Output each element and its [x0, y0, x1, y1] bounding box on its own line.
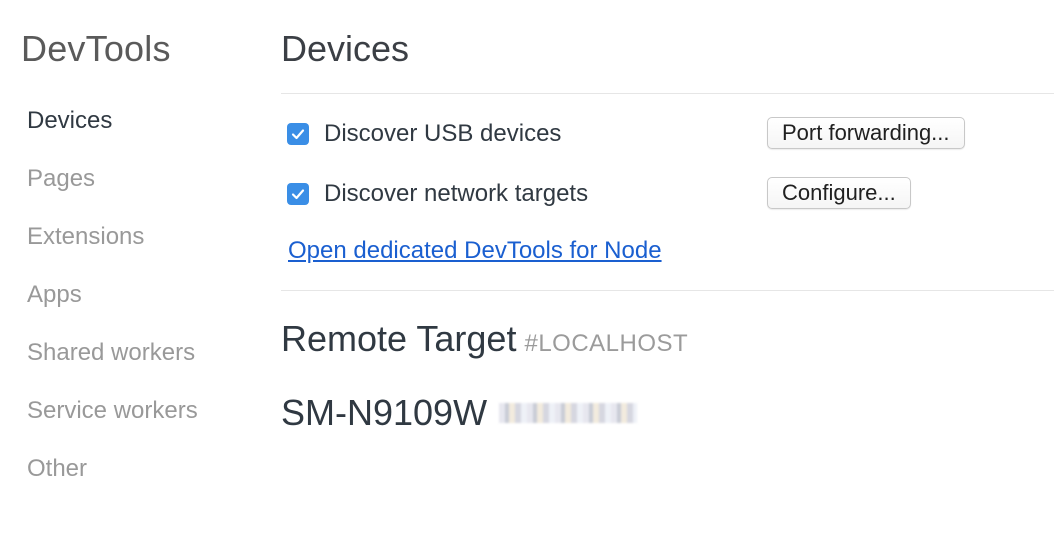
sidebar-item-pages[interactable]: Pages — [27, 160, 198, 218]
device-serial-redacted — [499, 403, 638, 424]
remote-target-heading: Remote Target #LOCALHOST — [281, 318, 688, 360]
header-divider — [281, 93, 1054, 94]
main-content: Devices Discover USB devices Port forwar… — [281, 0, 1054, 540]
checkmark-icon — [291, 129, 305, 140]
sidebar-item-shared-workers[interactable]: Shared workers — [27, 334, 198, 392]
page-title: Devices — [281, 28, 410, 69]
discover-usb-checkbox[interactable] — [287, 123, 309, 145]
remote-target-title: Remote Target — [281, 318, 517, 359]
section-divider — [281, 290, 1054, 291]
sidebar-item-other[interactable]: Other — [27, 450, 198, 508]
discover-network-option: Discover network targets — [287, 177, 588, 211]
open-node-devtools-link[interactable]: Open dedicated DevTools for Node — [288, 237, 662, 265]
port-forwarding-button[interactable]: Port forwarding... — [767, 117, 965, 149]
device-heading: SM-N9109W — [281, 392, 638, 434]
device-name: SM-N9109W — [281, 392, 488, 433]
app-title: DevTools — [21, 28, 171, 69]
discover-usb-label[interactable]: Discover USB devices — [324, 120, 561, 148]
sidebar: DevTools Devices Pages Extensions Apps S… — [0, 0, 260, 540]
checkmark-icon — [291, 189, 305, 200]
sidebar-item-extensions[interactable]: Extensions — [27, 218, 198, 276]
configure-button[interactable]: Configure... — [767, 177, 911, 209]
discover-network-label[interactable]: Discover network targets — [324, 180, 588, 208]
remote-target-subtitle: #LOCALHOST — [524, 330, 689, 357]
discover-usb-option: Discover USB devices — [287, 117, 561, 151]
sidebar-item-service-workers[interactable]: Service workers — [27, 392, 198, 450]
sidebar-nav: Devices Pages Extensions Apps Shared wor… — [27, 102, 198, 508]
sidebar-item-devices[interactable]: Devices — [27, 102, 198, 160]
discover-network-checkbox[interactable] — [287, 183, 309, 205]
sidebar-item-apps[interactable]: Apps — [27, 276, 198, 334]
